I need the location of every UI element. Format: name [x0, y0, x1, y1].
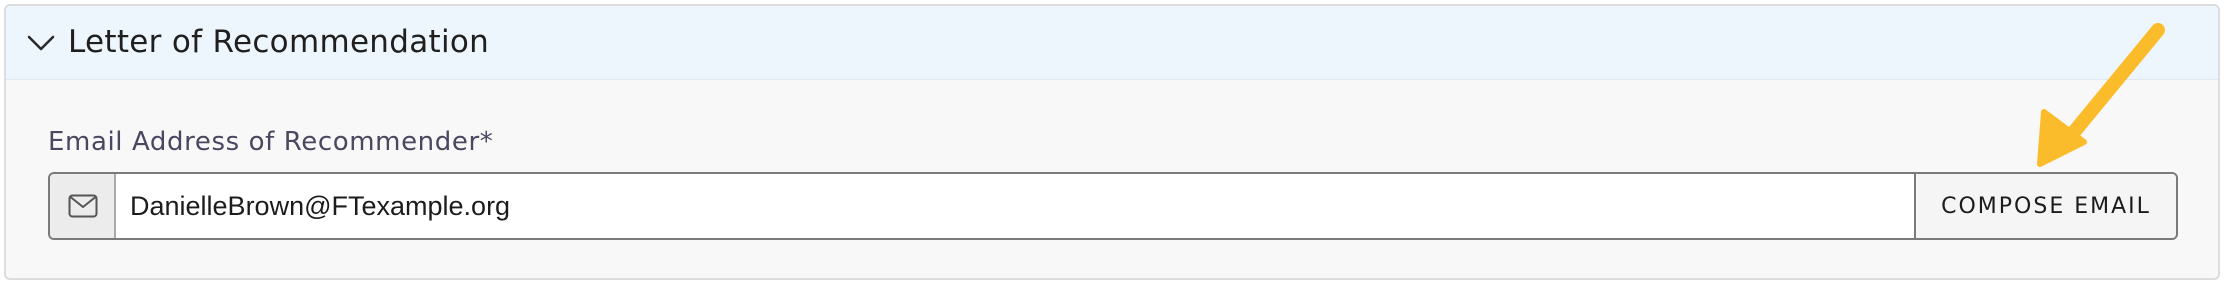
email-field[interactable] [118, 174, 1964, 238]
email-input-group: COMPOSE EMAIL [48, 172, 2178, 240]
chevron-down-icon[interactable] [26, 32, 56, 54]
arrow-down-left-icon [2037, 23, 2165, 167]
section-title: Letter of Recommendation [68, 24, 490, 60]
compose-email-button[interactable]: COMPOSE EMAIL [1914, 174, 2176, 238]
letter-of-recommendation-panel: Letter of Recommendation Email Address o… [4, 4, 2220, 280]
email-field-label: Email Address of Recommender* [48, 127, 494, 157]
email-addon [50, 174, 116, 238]
envelope-icon [68, 194, 98, 218]
section-header[interactable]: Letter of Recommendation [6, 6, 2218, 80]
